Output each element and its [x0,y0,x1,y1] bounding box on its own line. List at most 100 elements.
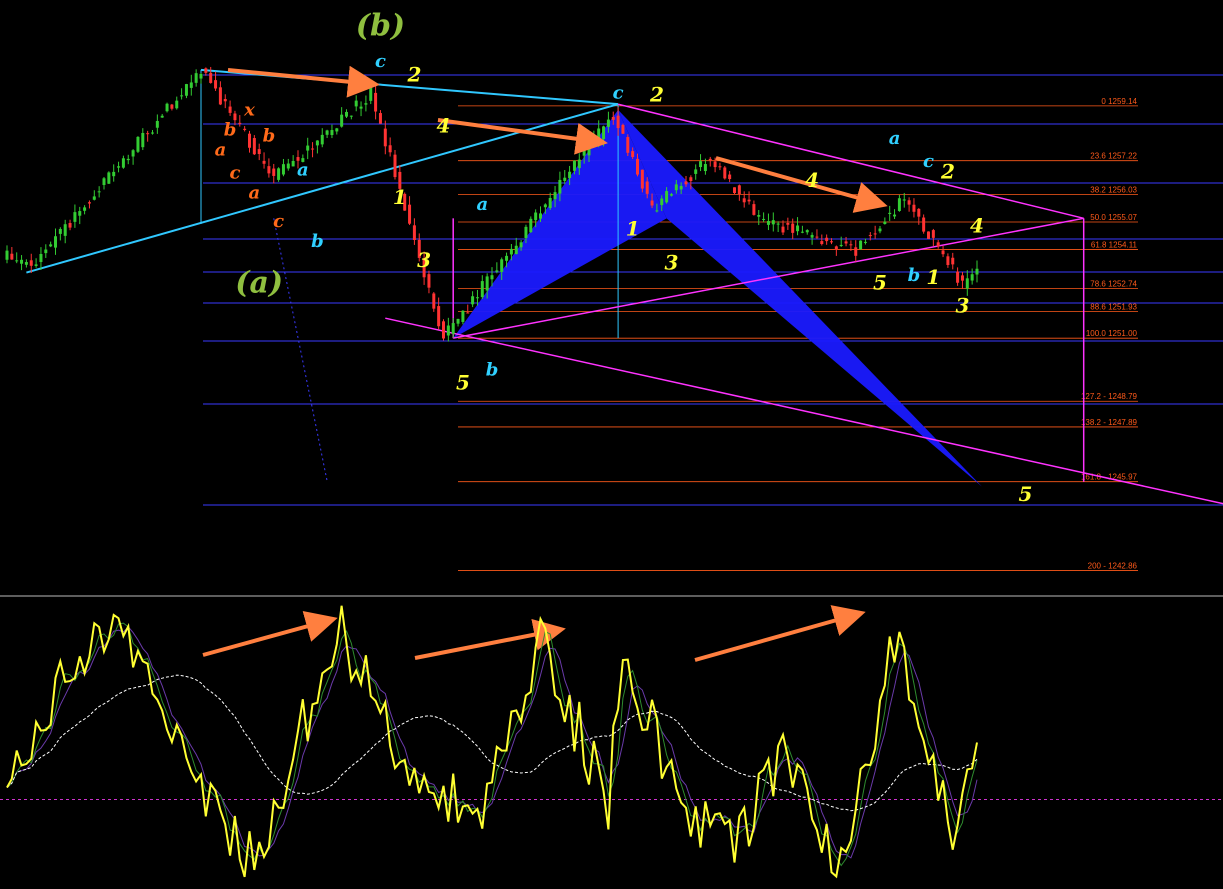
candle-body [752,204,756,215]
candle-body [306,145,310,151]
candle-body [660,198,664,206]
candle-body [5,250,9,260]
candle [859,240,863,250]
candle-body [131,150,135,157]
wave-label: 2 [406,62,421,86]
candle-body [461,310,465,322]
candle-body [146,133,150,135]
candle-body [490,275,494,280]
candle-body [645,181,649,194]
candle [277,167,281,182]
candle-body [223,99,227,102]
candle-body [383,128,387,147]
candle-body [529,218,533,233]
candle-body [907,200,911,205]
wave-label: c [273,211,284,232]
candle-body [694,169,698,174]
candle-body [388,145,392,153]
candle-body [320,134,324,145]
candle-body [548,197,552,209]
candle-body [927,231,930,239]
candle-body [175,100,179,109]
candle-body [442,321,445,339]
candle-body [83,207,87,211]
candle-body [92,196,96,200]
candle-body [733,187,736,194]
candle-body [893,214,897,217]
wave-label: c [375,51,386,72]
candle-body [29,260,33,266]
candle-body [684,181,688,185]
wave-label: a [249,182,261,203]
candle-body [888,212,892,214]
candle-body [897,198,901,211]
candle-body [975,268,979,275]
candle-body [408,204,412,224]
candle-body [112,171,116,177]
candle-body [669,194,673,196]
candle-body [107,172,111,184]
candle-body [63,224,67,236]
wave-label: a [476,194,488,215]
wave-label: 4 [437,114,451,138]
candle-body [912,204,916,212]
wave-label: 1 [626,216,640,240]
candle-body [606,119,610,127]
candle-body [577,159,581,169]
candle-body [97,191,101,193]
candle-body [54,236,57,248]
candle-body [471,296,475,305]
candle-body [762,218,766,220]
fib-level-label: 100.0 1251.00 [1086,329,1138,338]
candle-body [451,323,455,334]
candle-body [359,106,363,109]
wave-label: b [908,265,921,286]
candle-body [228,106,232,113]
candle-body [519,242,523,248]
candle-body [844,241,848,244]
candle-body [883,221,887,225]
candle-body [582,147,586,156]
candle-body [199,73,203,79]
candle-body [534,212,538,221]
candle-body [180,95,184,97]
candle-body [781,226,785,233]
candle-body [611,116,615,120]
candle-body [621,124,625,134]
candle-body [703,164,707,172]
candle [723,165,727,180]
candle-body [277,168,281,180]
candle-body [151,132,154,134]
candle-body [796,225,800,232]
candle-body [815,236,819,238]
candle-body [340,114,344,127]
candle-body [364,103,368,105]
candle-body [665,191,669,203]
candle-body [378,113,382,124]
candle [626,134,630,156]
wave-label: b [263,125,276,146]
candle-body [917,208,921,217]
candle-body [311,148,315,150]
wave-label: 3 [417,248,431,272]
candle-body [922,217,926,232]
candle-body [214,80,218,89]
candle-body [87,202,91,204]
candle-body [563,177,567,181]
fib-level-label: 61.8 1254.11 [1091,240,1138,249]
candle-body [374,92,378,112]
wave-label: 5 [456,371,470,395]
wave-label: (b) [356,9,405,44]
candle-body [184,84,188,96]
candle-body [946,256,950,265]
candle-body [480,281,484,298]
candle-body [262,160,266,164]
candle [442,319,445,341]
wave-label: 3 [955,293,969,317]
candle-body [330,130,334,136]
candle-body [456,318,460,324]
candle-body [674,184,678,191]
candle-body [650,200,654,206]
candle-body [718,166,722,168]
candle-body [475,297,479,299]
